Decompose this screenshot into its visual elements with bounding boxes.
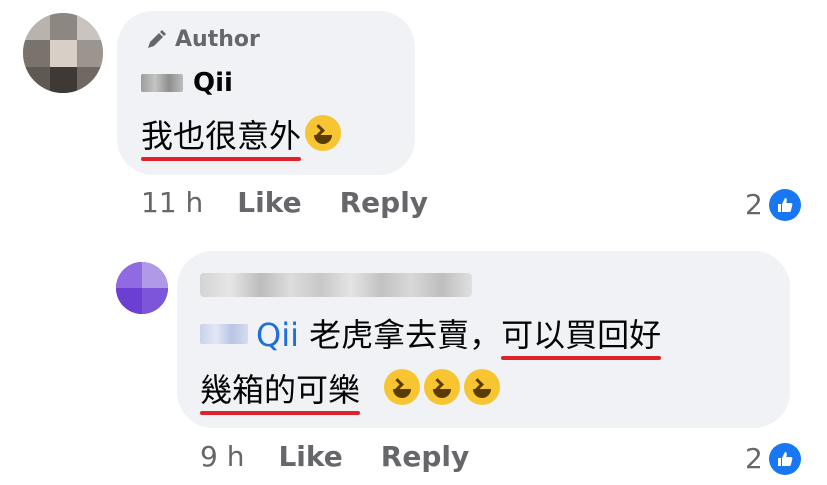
underlined-text: 可以買回好 <box>501 313 662 360</box>
comment-plain-text: 老虎拿去賣， <box>309 316 502 354</box>
author-badge-label: Author <box>175 27 260 52</box>
rolling-laughing-icon <box>384 369 421 405</box>
thumbs-up-icon <box>768 188 801 221</box>
reaction-summary[interactable]: 2 <box>745 442 801 475</box>
reaction-summary[interactable]: 2 <box>745 188 801 221</box>
comment-timestamp[interactable]: 9 h <box>200 440 244 473</box>
mention-link[interactable]: Qii <box>256 316 299 354</box>
reply-button[interactable]: Reply <box>340 186 428 219</box>
comment-author-name[interactable]: Qii <box>193 68 233 98</box>
reaction-count: 2 <box>745 442 763 475</box>
comment-actions: 11 h Like Reply <box>141 186 466 219</box>
comment-text: Qii 老虎拿去賣，可以買回好 <box>200 313 662 360</box>
comment-author[interactable]: Qii <box>141 68 233 98</box>
thumbs-up-icon <box>768 442 801 475</box>
rolling-laughing-icon <box>464 369 501 405</box>
like-button[interactable]: Like <box>237 186 301 219</box>
avatar[interactable] <box>116 262 168 314</box>
comment-text: 我也很意外 <box>141 114 342 161</box>
author-badge: Author <box>145 27 260 52</box>
avatar[interactable] <box>23 13 103 93</box>
comment-timestamp[interactable]: 11 h <box>141 186 203 219</box>
name-redaction <box>200 273 472 297</box>
like-button[interactable]: Like <box>278 440 342 473</box>
comment-actions: 9 h Like Reply <box>200 440 507 473</box>
laughing-face-icon <box>305 115 342 151</box>
underlined-text: 我也很意外 <box>141 114 302 161</box>
underlined-text: 幾箱的可樂 <box>200 368 361 415</box>
rolling-laughing-icon <box>424 369 461 405</box>
pencil-icon <box>148 29 166 48</box>
name-redaction <box>141 74 183 92</box>
reply-button[interactable]: Reply <box>381 440 469 473</box>
mention-redaction <box>200 324 248 344</box>
reaction-count: 2 <box>745 188 763 221</box>
comment-text: 幾箱的可樂 <box>200 368 501 415</box>
